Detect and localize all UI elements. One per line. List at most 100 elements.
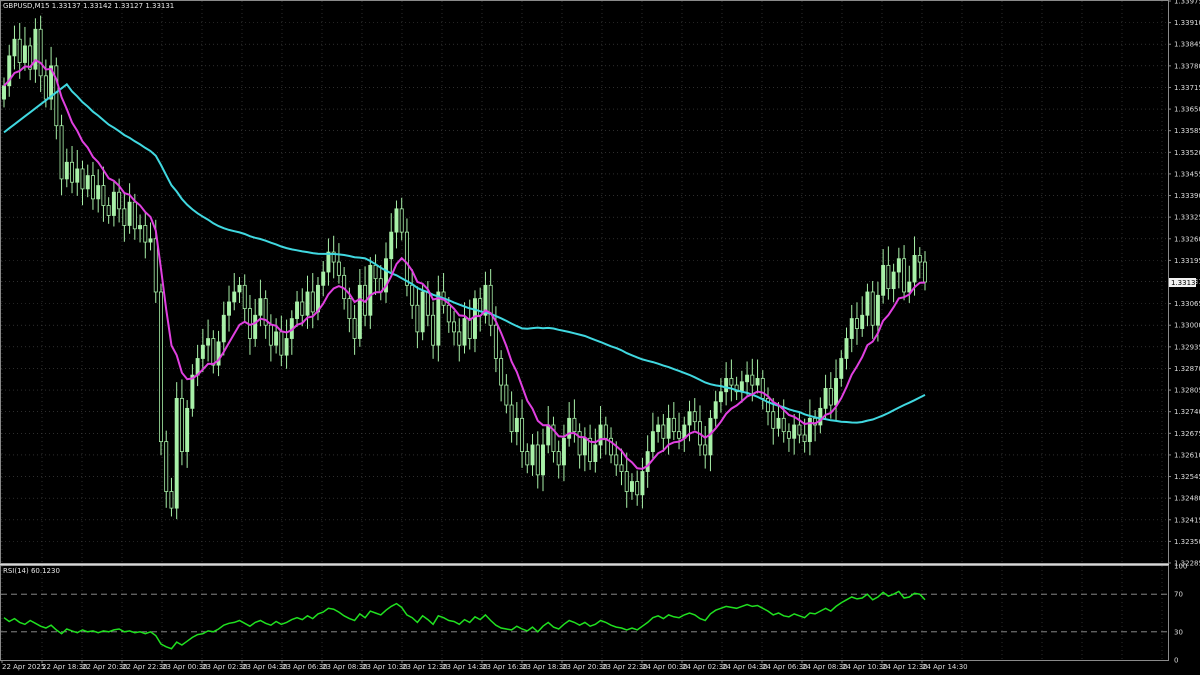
candle-body [844, 338, 849, 359]
candle-body [593, 444, 598, 462]
candle-body [488, 284, 493, 326]
candle-body [253, 314, 258, 339]
candle-body [781, 417, 786, 433]
price-tick-label: 1.33585 [1174, 127, 1200, 135]
candle-body [425, 291, 430, 316]
candle-body [22, 45, 27, 63]
candle-body [645, 451, 650, 472]
candle-body [839, 358, 844, 379]
price-tick-label: 1.33065 [1174, 300, 1200, 308]
candle-body [357, 284, 362, 339]
candle-body [368, 264, 373, 316]
candle-body [75, 168, 80, 183]
candle-body [499, 358, 504, 386]
price-tick-label: 1.32480 [1174, 495, 1200, 503]
candle-body [70, 161, 74, 183]
candle-body [640, 471, 645, 496]
candle-body [305, 291, 310, 316]
rsi-tick-label: 100 [1174, 563, 1187, 571]
price-tick-label: 1.33195 [1174, 257, 1200, 265]
candle-body [671, 417, 676, 433]
candle-body [755, 378, 760, 386]
candle-body [828, 388, 833, 406]
candle-body [80, 168, 85, 190]
candle-body [190, 374, 195, 409]
rsi-tick-label: 70 [1174, 591, 1183, 599]
candle-body [546, 424, 551, 446]
candle-body [849, 318, 854, 339]
candle-body [153, 238, 158, 293]
candle-body [713, 401, 718, 419]
price-tick-label: 1.33390 [1174, 192, 1200, 200]
candle-body [159, 291, 163, 443]
candle-body [860, 314, 865, 329]
candle-body [907, 281, 912, 293]
candle-body [101, 185, 106, 206]
candle-body [624, 471, 629, 492]
candle-body [818, 407, 823, 426]
candle-body [881, 264, 886, 296]
candle-body [750, 374, 755, 386]
candle-body [917, 254, 922, 263]
time-tick-label: 24 Apr 04:30 [722, 663, 768, 671]
candle-body [855, 318, 859, 329]
candle-body [148, 238, 153, 243]
candle-body [891, 271, 896, 290]
candle-body [823, 388, 828, 409]
candle-body [886, 264, 891, 290]
candle-body [200, 344, 205, 359]
time-tick-label: 24 Apr 12:30 [882, 663, 928, 671]
candle-body [896, 258, 901, 273]
candle-body [2, 85, 6, 100]
candle-body [59, 125, 64, 180]
candle-body [138, 225, 143, 230]
candle-body [729, 378, 734, 386]
candle-body [666, 417, 671, 439]
candle-body [310, 291, 315, 313]
candle-body [766, 397, 770, 413]
candle-body [504, 384, 509, 406]
candle-body [436, 291, 441, 346]
candle-body [399, 208, 404, 233]
price-tick-label: 1.32610 [1174, 451, 1200, 459]
candle-body [687, 411, 692, 426]
candle-body [603, 424, 608, 439]
time-tick-label: 23 Apr 16:30 [482, 663, 528, 671]
time-tick-label: 23 Apr 14:30 [442, 663, 488, 671]
rsi-tick-label: 0 [1174, 657, 1178, 665]
candle-body [352, 318, 357, 339]
candle [174, 382, 179, 520]
candle-body [17, 38, 22, 63]
candle [420, 283, 425, 341]
time-tick-label: 24 Apr 14:30 [922, 663, 968, 671]
candle-body [786, 431, 791, 439]
candle-body [509, 404, 514, 433]
candle-body [572, 417, 577, 433]
candle-body [12, 38, 17, 57]
candle-body [326, 251, 331, 273]
candle-body [221, 314, 226, 343]
time-tick-label: 23 Apr 10:30 [362, 663, 408, 671]
candle-body [525, 451, 530, 466]
candle-body [446, 304, 451, 323]
candle-body [493, 324, 498, 359]
current-price-tag-label: 1.33131 [1171, 279, 1200, 287]
current-price-tag: 1.33131 [1169, 278, 1200, 287]
candle-body [635, 481, 640, 496]
candle-body [185, 407, 190, 452]
candle-body [514, 417, 519, 433]
candle-body [902, 258, 907, 293]
candle-body [776, 417, 781, 429]
candle-body [64, 161, 69, 180]
candle-body [38, 28, 43, 77]
candle-body [739, 381, 744, 393]
candle-body [807, 417, 812, 443]
candle-body [420, 291, 425, 333]
candle-body [692, 411, 697, 423]
time-tick-label: 23 Apr 06:30 [282, 663, 328, 671]
price-tick-label: 1.32805 [1174, 387, 1200, 395]
price-tick-label: 1.32675 [1174, 430, 1200, 438]
candle-body [143, 225, 148, 243]
candle-body [279, 331, 284, 356]
candle-body [582, 437, 587, 456]
